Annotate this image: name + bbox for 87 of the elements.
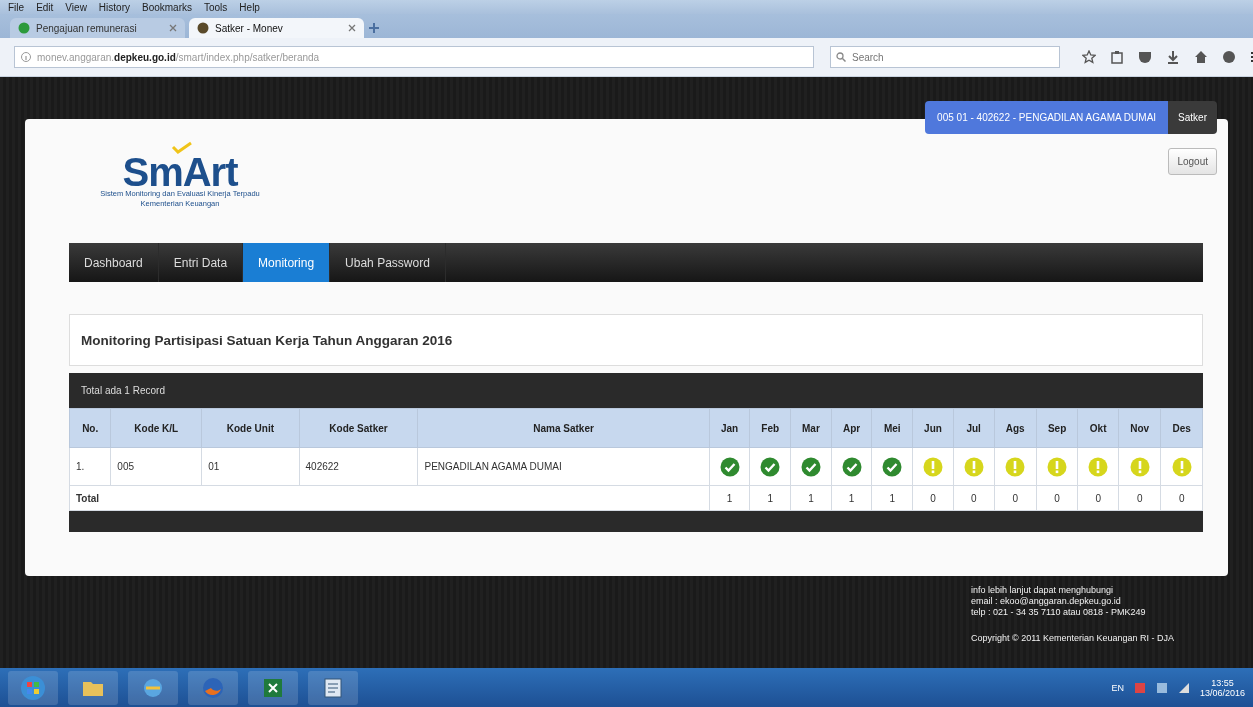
column-header: Des [1160, 408, 1203, 448]
menu-item[interactable]: Edit [34, 1, 56, 13]
taskbar-button[interactable] [128, 671, 178, 705]
table-cell: 0 [1118, 485, 1161, 511]
tab-title: Pengajuan remunerasi [36, 22, 137, 34]
unit-badge: 005 01 - 402622 - PENGADILAN AGAMA DUMAI [925, 101, 1169, 134]
role-badge: Satker [1168, 101, 1217, 134]
column-header: Sep [1036, 408, 1078, 448]
table-cell: 1. [69, 447, 111, 486]
column-header: Mar [790, 408, 832, 448]
menu-item[interactable]: File [6, 1, 27, 13]
start-button[interactable] [8, 671, 58, 705]
nav-tab[interactable]: Ubah Password [330, 243, 446, 282]
table-cell: 0 [1077, 485, 1119, 511]
column-header: Mei [871, 408, 913, 448]
table-cell: 1 [831, 485, 872, 511]
table-cell: 1 [871, 485, 913, 511]
close-icon [169, 24, 177, 32]
record-count: Total ada 1 Record [81, 385, 165, 396]
column-header: Okt [1077, 408, 1119, 448]
table-cell: 402622 [299, 447, 418, 486]
shield-icon [1138, 50, 1152, 64]
table-cell: 0 [1036, 485, 1078, 511]
table-cell: 1 [709, 485, 750, 511]
menu-item[interactable]: Bookmarks [140, 1, 194, 13]
column-header: No. [69, 408, 111, 448]
panel-title: Monitoring Partisipasi Satuan Kerja Tahun Anggaran 2016 [81, 332, 453, 348]
table-cell: 005 [110, 447, 202, 486]
browser-tab[interactable]: Satker - Monev [189, 18, 364, 38]
menu-item[interactable]: Help [237, 1, 262, 13]
table-cell: 0 [994, 485, 1037, 511]
clipboard-icon [1110, 50, 1124, 64]
spreadsheet-icon [263, 678, 283, 698]
folder-icon [82, 679, 104, 697]
copyright-text: Copyright © 2011 Kementerian Keuangan RI - DJA [971, 633, 1176, 644]
info-icon [21, 52, 31, 62]
search-box[interactable]: Search [830, 46, 1060, 68]
column-header: Nama Satker [417, 408, 710, 448]
column-header: Apr [831, 408, 872, 448]
clock-time: 13:55 [1211, 678, 1234, 688]
table-cell: 0 [1160, 485, 1203, 511]
search-icon [836, 52, 846, 62]
close-icon [348, 24, 356, 32]
logo-check-icon [171, 141, 193, 155]
nav-tab[interactable]: Monitoring [243, 243, 331, 282]
language-indicator[interactable]: EN [1111, 683, 1124, 693]
table-cell: 1 [749, 485, 791, 511]
document-icon [323, 678, 343, 698]
column-header: Nov [1118, 408, 1161, 448]
browser-tab[interactable]: Pengajuan remunerasi [10, 18, 185, 38]
logo-text: SmArt [122, 155, 238, 189]
menu-item[interactable]: Tools [202, 1, 230, 13]
menu-item[interactable]: History [96, 1, 132, 13]
tab-favicon-icon [197, 22, 209, 34]
nav-tab[interactable]: Dashboard [69, 243, 159, 282]
table-cell: 01 [201, 447, 300, 486]
column-header: Kode K/L [110, 408, 202, 448]
column-header: Jul [953, 408, 994, 448]
column-header: Kode Satker [299, 408, 418, 448]
star-icon [1082, 50, 1096, 64]
taskbar-button[interactable] [308, 671, 358, 705]
column-header: Ags [994, 408, 1037, 448]
contact-line: email : ekoo@anggaran.depkeu.go.id [971, 596, 1122, 607]
signal-icon [1177, 682, 1190, 694]
column-header: Feb [749, 408, 791, 448]
table-cell: PENGADILAN AGAMA DUMAI [417, 447, 710, 486]
menu-item[interactable]: View [63, 1, 89, 13]
home-icon [1194, 50, 1208, 64]
taskbar-button[interactable] [68, 671, 118, 705]
table-cell: 0 [953, 485, 994, 511]
column-header: Kode Unit [201, 408, 300, 448]
globe-icon [143, 678, 163, 698]
logout-button[interactable]: Logout [1168, 148, 1217, 175]
tab-title: Satker - Monev [215, 22, 283, 34]
taskbar-button[interactable] [248, 671, 298, 705]
column-header: Jun [912, 408, 954, 448]
tab-favicon-icon [18, 22, 30, 34]
address-bar[interactable]: monev.anggaran.depkeu.go.id/smart/index.php/satker/beranda [14, 46, 814, 68]
contact-line: info lebih lanjut dapat menghubungi [971, 585, 1115, 596]
contact-line: telp : 021 - 34 35 7110 atau 0818 - PMK249 [971, 607, 1147, 618]
column-header: Jan [709, 408, 750, 448]
table-cell: 0 [912, 485, 954, 511]
download-icon [1166, 50, 1180, 64]
windows-logo-icon [20, 675, 46, 701]
total-label: Total [69, 485, 710, 511]
clock-date: 13/06/2016 [1199, 688, 1245, 698]
table-cell: 1 [790, 485, 832, 511]
